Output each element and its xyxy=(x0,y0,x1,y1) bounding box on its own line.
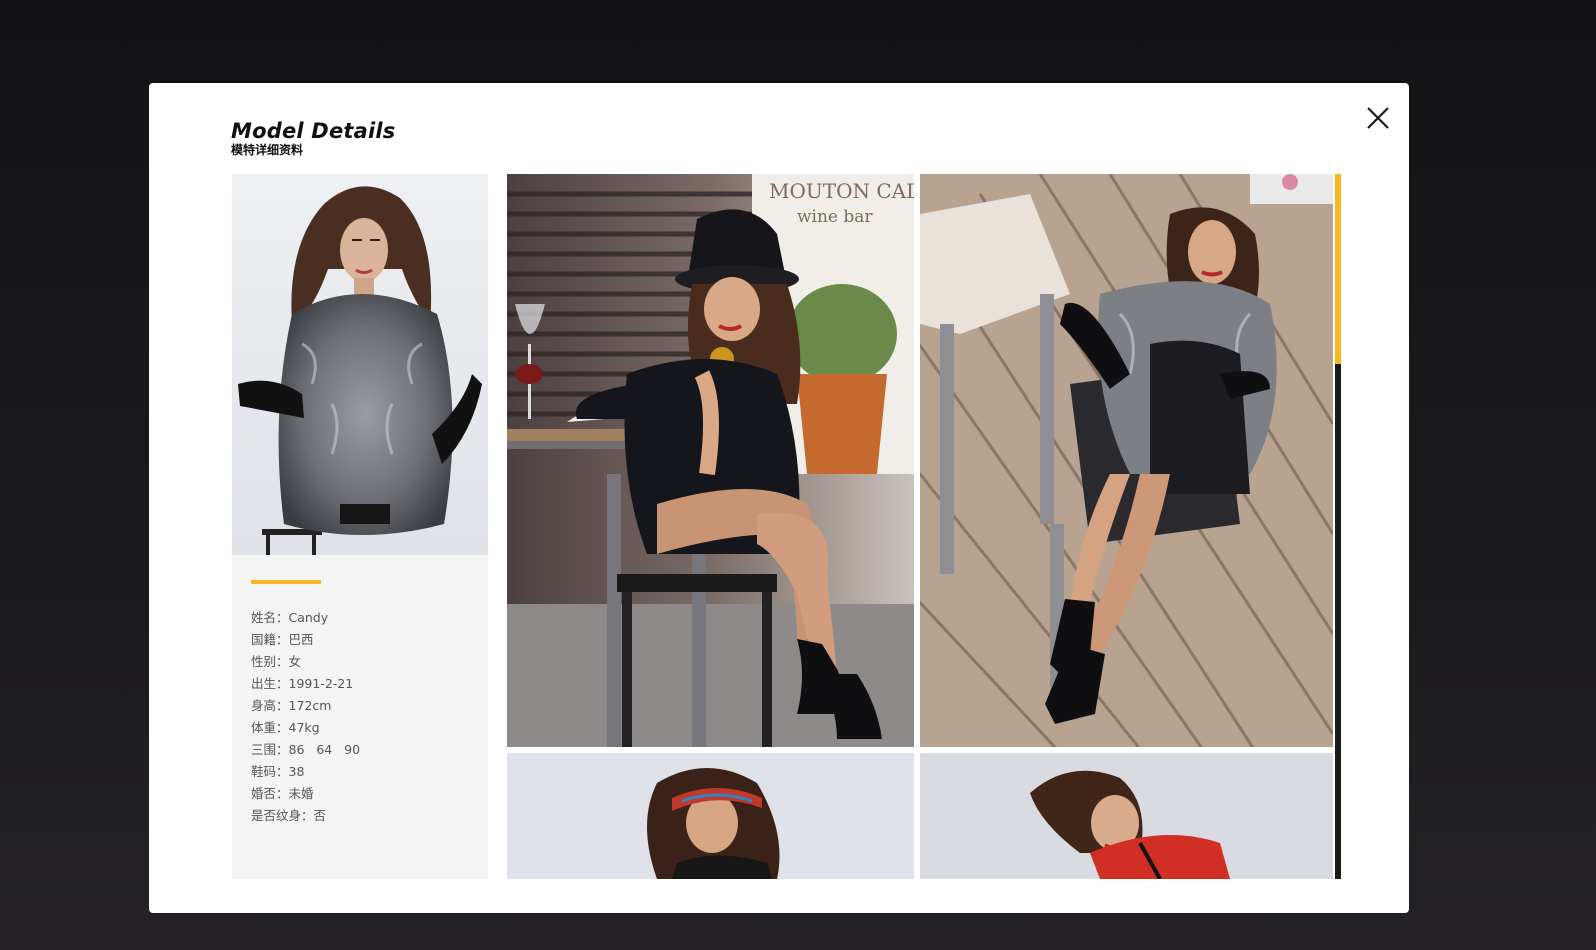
gallery-photo-headband[interactable] xyxy=(507,753,914,879)
gallery-photo-red-jacket[interactable] xyxy=(920,753,1333,879)
profile-card: 姓名：Candy 国籍：巴西 性别：女 出生：1991-2-21 身高：172c… xyxy=(232,174,488,879)
info-name: 姓名：Candy xyxy=(251,610,329,625)
info-measurements: 三围：86 64 90 xyxy=(251,742,361,757)
modal-header: Model Details 模特详细资料 xyxy=(231,119,396,158)
profile-photo xyxy=(232,174,488,555)
info-height: 身高：172cm xyxy=(251,698,332,713)
close-button[interactable] xyxy=(1361,101,1395,135)
info-shoe-size: 鞋码：38 xyxy=(251,764,305,779)
info-weight: 体重：47kg xyxy=(251,720,320,735)
close-icon xyxy=(1367,107,1389,129)
model-info-list: 姓名：Candy 国籍：巴西 性别：女 出生：1991-2-21 身高：172c… xyxy=(251,607,360,827)
info-gender: 性别：女 xyxy=(251,654,302,669)
info-tattoo: 是否纹身：否 xyxy=(251,808,327,823)
info-birthdate: 出生：1991-2-21 xyxy=(251,676,354,691)
modal-subtitle: 模特详细资料 xyxy=(231,143,304,157)
accent-divider xyxy=(251,580,321,584)
modal-title: Model Details xyxy=(231,119,396,143)
gallery-photo-cafe[interactable]: MOUTON CADET wine bar xyxy=(507,174,914,747)
model-details-modal: Model Details 模特详细资料 姓名：Candy 国籍：巴西 性别：女… xyxy=(149,83,1409,913)
info-marital-status: 婚否：未婚 xyxy=(251,786,314,801)
gallery-scrollbar[interactable] xyxy=(1335,174,1341,879)
info-nationality: 国籍：巴西 xyxy=(251,632,314,647)
sign-text-1: MOUTON CADET xyxy=(769,179,914,203)
gallery-photo-deck[interactable] xyxy=(920,174,1333,747)
photo-gallery: MOUTON CADET wine bar xyxy=(507,174,1333,879)
sign-text-2: wine bar xyxy=(797,207,873,227)
scrollbar-thumb[interactable] xyxy=(1335,174,1341,364)
